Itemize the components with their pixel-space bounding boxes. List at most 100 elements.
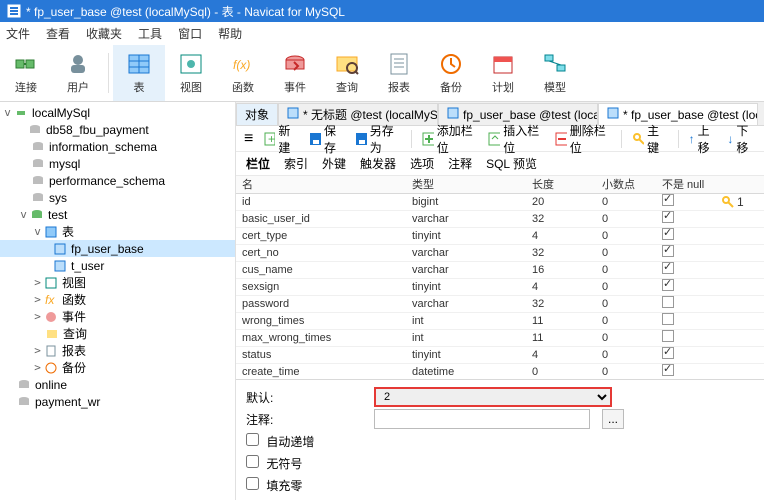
cell-len[interactable]: 11 — [526, 312, 596, 329]
cell-key[interactable] — [716, 278, 764, 295]
rb-func[interactable]: f(x)函数 — [217, 45, 269, 101]
tb-pk[interactable]: 主键 — [632, 122, 668, 156]
cell-nn[interactable] — [656, 227, 716, 244]
prop-comment-input[interactable] — [374, 409, 590, 429]
cell-key[interactable]: 1 — [716, 193, 764, 210]
cell-nn[interactable] — [656, 295, 716, 312]
prop-autoinc[interactable]: 自动递增 — [246, 433, 314, 450]
cell-key[interactable] — [716, 227, 764, 244]
cell-dec[interactable]: 0 — [596, 363, 656, 379]
cell-name[interactable]: max_wrong_times — [236, 329, 406, 346]
tree-table-t_user[interactable]: t_user — [0, 257, 235, 274]
cell-dec[interactable]: 0 — [596, 210, 656, 227]
cell-dec[interactable]: 0 — [596, 312, 656, 329]
cell-type[interactable]: varchar — [406, 295, 526, 312]
cell-type[interactable]: bigint — [406, 193, 526, 210]
cell-name[interactable]: cert_type — [236, 227, 406, 244]
subtab-comment[interactable]: 注释 — [448, 155, 472, 172]
rb-user[interactable]: 用户 — [52, 45, 104, 101]
field-row[interactable]: cus_namevarchar160 — [236, 261, 764, 278]
cell-type[interactable]: varchar — [406, 261, 526, 278]
cell-nn[interactable] — [656, 193, 716, 210]
cell-len[interactable]: 0 — [526, 363, 596, 379]
cell-key[interactable] — [716, 363, 764, 379]
col-type[interactable]: 类型 — [406, 176, 526, 193]
tb-ins-col[interactable]: 插入栏位 — [488, 122, 545, 156]
rb-model[interactable]: 模型 — [529, 45, 581, 101]
prop-zerofill[interactable]: 填充零 — [246, 477, 302, 494]
tree-db-db58[interactable]: db58_fbu_payment — [0, 121, 235, 138]
cell-name[interactable]: wrong_times — [236, 312, 406, 329]
field-row[interactable]: cert_novarchar320 — [236, 244, 764, 261]
tree-table-fp_user_base[interactable]: fp_user_base — [0, 240, 235, 257]
rb-view[interactable]: 视图 — [165, 45, 217, 101]
cell-len[interactable]: 4 — [526, 346, 596, 363]
tree-db-online[interactable]: online — [0, 376, 235, 393]
cell-type[interactable]: varchar — [406, 244, 526, 261]
cell-key[interactable] — [716, 244, 764, 261]
cell-dec[interactable]: 0 — [596, 278, 656, 295]
tb-add-col[interactable]: 添加栏位 — [422, 122, 479, 156]
field-row[interactable]: create_timedatetime00 — [236, 363, 764, 379]
cell-nn[interactable] — [656, 363, 716, 379]
tb-del-col[interactable]: 删除栏位 — [555, 122, 612, 156]
tree-db-test[interactable]: vtest — [0, 206, 235, 223]
cell-len[interactable]: 16 — [526, 261, 596, 278]
cell-dec[interactable]: 0 — [596, 244, 656, 261]
tree-test-tables[interactable]: v表 — [0, 223, 235, 240]
field-row[interactable]: sexsigntinyint40 — [236, 278, 764, 295]
field-row[interactable]: basic_user_idvarchar320 — [236, 210, 764, 227]
cell-name[interactable]: create_time — [236, 363, 406, 379]
col-key[interactable] — [716, 176, 764, 193]
cell-nn[interactable] — [656, 244, 716, 261]
subtab-trigger[interactable]: 触发器 — [360, 155, 396, 172]
cell-dec[interactable]: 0 — [596, 193, 656, 210]
cell-dec[interactable]: 0 — [596, 329, 656, 346]
tb-down[interactable]: ↓下移 — [727, 122, 756, 156]
rb-connect[interactable]: 连接 — [0, 45, 52, 101]
subtab-fields[interactable]: 栏位 — [246, 155, 270, 172]
cell-type[interactable]: int — [406, 329, 526, 346]
tb-up[interactable]: ↑上移 — [689, 122, 718, 156]
cell-len[interactable]: 11 — [526, 329, 596, 346]
prop-comment-more[interactable]: ... — [602, 409, 624, 429]
subtab-index[interactable]: 索引 — [284, 155, 308, 172]
cell-name[interactable]: password — [236, 295, 406, 312]
cell-nn[interactable] — [656, 346, 716, 363]
rb-report[interactable]: 报表 — [373, 45, 425, 101]
menu-tools[interactable]: 工具 — [138, 25, 162, 42]
rb-event[interactable]: 事件 — [269, 45, 321, 101]
tb-saveas[interactable]: 另存为 — [355, 122, 401, 156]
tree-test-views[interactable]: >视图 — [0, 274, 235, 291]
menu-window[interactable]: 窗口 — [178, 25, 202, 42]
prop-unsigned[interactable]: 无符号 — [246, 455, 302, 472]
cell-dec[interactable]: 0 — [596, 346, 656, 363]
tree-test-queries[interactable]: 查询 — [0, 325, 235, 342]
cell-nn[interactable] — [656, 210, 716, 227]
cell-key[interactable] — [716, 210, 764, 227]
tree-conn-localmysql[interactable]: vlocalMySql — [0, 104, 235, 121]
tree-test-events[interactable]: >事件 — [0, 308, 235, 325]
menu-file[interactable]: 文件 — [6, 25, 30, 42]
col-dec[interactable]: 小数点 — [596, 176, 656, 193]
tb-menu[interactable]: ≡ — [244, 130, 253, 148]
cell-len[interactable]: 32 — [526, 244, 596, 261]
cell-len[interactable]: 20 — [526, 193, 596, 210]
cell-nn[interactable] — [656, 329, 716, 346]
cell-dec[interactable]: 0 — [596, 227, 656, 244]
cell-len[interactable]: 4 — [526, 227, 596, 244]
tree-db-mysql[interactable]: mysql — [0, 155, 235, 172]
tree-db-perf-schema[interactable]: performance_schema — [0, 172, 235, 189]
cell-type[interactable]: tinyint — [406, 227, 526, 244]
field-row[interactable]: wrong_timesint110 — [236, 312, 764, 329]
cell-name[interactable]: id — [236, 193, 406, 210]
cell-len[interactable]: 4 — [526, 278, 596, 295]
cell-type[interactable]: tinyint — [406, 278, 526, 295]
field-row[interactable]: max_wrong_timesint110 — [236, 329, 764, 346]
tree-test-funcs[interactable]: >fx函数 — [0, 291, 235, 308]
rb-query[interactable]: 查询 — [321, 45, 373, 101]
col-name[interactable]: 名 — [236, 176, 406, 193]
connection-tree[interactable]: vlocalMySql db58_fbu_payment information… — [0, 102, 236, 500]
subtab-options[interactable]: 选项 — [410, 155, 434, 172]
rb-table[interactable]: 表 — [113, 45, 165, 101]
